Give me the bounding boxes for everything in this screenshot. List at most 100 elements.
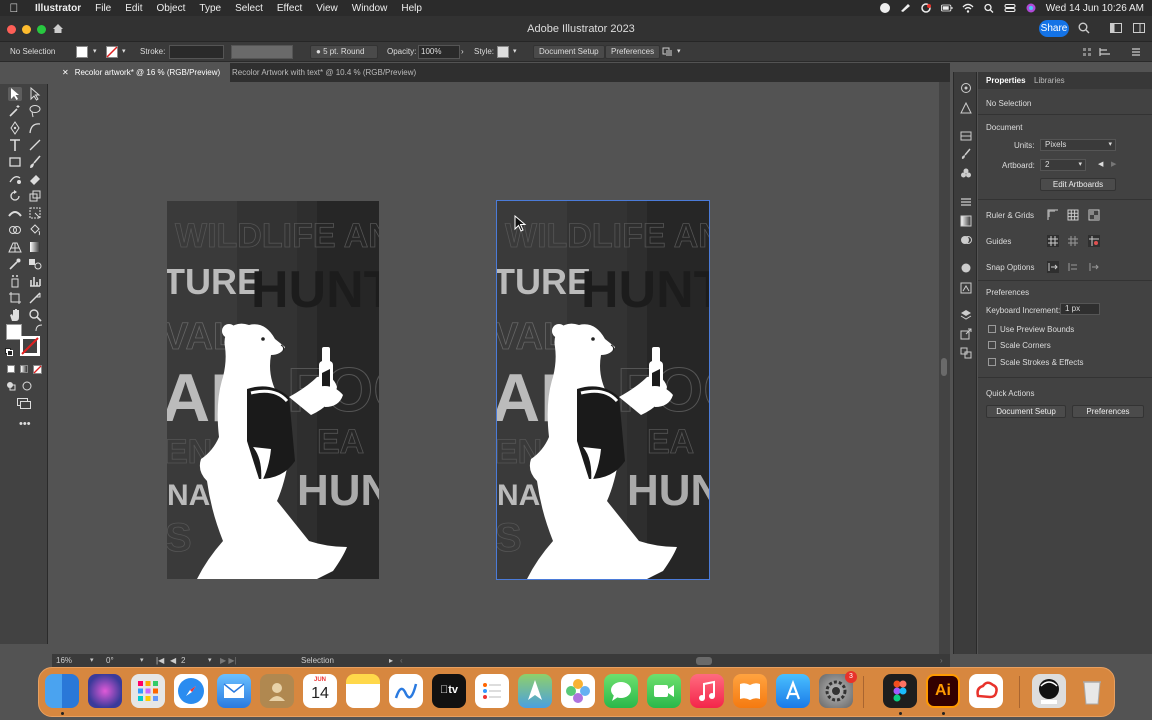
none-mode-button[interactable]: [33, 365, 42, 374]
graphic-styles-panel-icon[interactable]: [960, 262, 972, 274]
show-guides-icon[interactable]: [1047, 235, 1059, 247]
tab-properties[interactable]: Properties: [986, 76, 1026, 85]
rectangle-tool[interactable]: [8, 155, 22, 169]
safari-icon[interactable]: [174, 674, 208, 708]
draw-inside-icon[interactable]: [22, 381, 32, 391]
search-icon[interactable]: [1078, 22, 1090, 34]
artboard-1[interactable]: WILDLIFE AN TURE HUNTI VAL AR FOO EN EA …: [167, 201, 379, 579]
menu-edit[interactable]: Edit: [118, 3, 149, 14]
close-tab-icon[interactable]: ✕: [62, 68, 69, 77]
style-dropdown-icon[interactable]: ▾: [513, 47, 517, 55]
horizontal-scroll-left-icon[interactable]: ‹: [400, 656, 403, 665]
hand-tool[interactable]: [8, 308, 22, 322]
tab-libraries[interactable]: Libraries: [1034, 76, 1065, 85]
record-icon[interactable]: [879, 3, 890, 13]
gradient-tool[interactable]: [28, 240, 42, 254]
rotate-tool[interactable]: [8, 189, 22, 203]
tab-recolor-artwork[interactable]: ✕ Recolor artwork* @ 16 % (RGB/Preview): [52, 63, 231, 82]
photos-icon[interactable]: [561, 674, 595, 708]
brushes-panel-icon[interactable]: [960, 148, 972, 160]
menu-select[interactable]: Select: [228, 3, 270, 14]
type-tool[interactable]: [8, 138, 22, 152]
keyboard-increment-field[interactable]: 1 px: [1060, 303, 1100, 315]
document-setup-button[interactable]: Document Setup: [533, 45, 605, 59]
arrange-icon[interactable]: [662, 47, 674, 57]
shaper-tool[interactable]: [8, 172, 22, 186]
messages-icon[interactable]: [604, 674, 638, 708]
zoom-dropdown-icon[interactable]: ▾: [90, 656, 94, 664]
tab-recolor-artwork-with-text[interactable]: Recolor Artwork with text* @ 10.4 % (RGB…: [222, 63, 426, 82]
stroke-color-swatch[interactable]: [20, 336, 40, 356]
notes-icon[interactable]: [346, 674, 380, 708]
books-icon[interactable]: [733, 674, 767, 708]
trash-icon[interactable]: [1075, 674, 1109, 708]
use-preview-bounds-checkbox[interactable]: Use Preview Bounds: [988, 325, 1074, 334]
scale-corners-checkbox[interactable]: Scale Corners: [988, 341, 1051, 350]
zoom-tool[interactable]: [28, 308, 42, 322]
gradient-mode-button[interactable]: [20, 365, 28, 373]
next-artboard-button[interactable]: ▶: [1111, 160, 1116, 168]
brush-tray-icon[interactable]: [899, 3, 911, 13]
edit-artboards-button[interactable]: Edit Artboards: [1040, 178, 1116, 191]
app-store-icon[interactable]: [776, 674, 810, 708]
lock-guides-icon[interactable]: [1067, 235, 1079, 247]
gradient-panel-icon[interactable]: [960, 215, 972, 227]
horizontal-scrollbar-thumb[interactable]: [696, 657, 712, 665]
wifi-icon[interactable]: [962, 3, 974, 13]
width-tool[interactable]: [8, 206, 22, 220]
canvas-area[interactable]: WILDLIFE AN TURE HUNTI VAL AR FOO EN EA …: [49, 82, 939, 654]
arrange-documents-icon[interactable]: [1133, 22, 1145, 34]
perspective-grid-tool[interactable]: [8, 240, 22, 254]
grid-toggle-icon[interactable]: [1067, 209, 1079, 221]
align-icon[interactable]: [1082, 47, 1092, 57]
quick-preferences-button[interactable]: Preferences: [1072, 405, 1144, 418]
screen-mode-icon[interactable]: [17, 398, 31, 409]
color-guide-panel-icon[interactable]: [960, 102, 972, 114]
blend-tool[interactable]: [28, 257, 42, 271]
edit-toolbar-icon[interactable]: •••: [19, 418, 31, 430]
eraser-tool[interactable]: [28, 172, 42, 186]
apple-icon[interactable]: : [0, 1, 28, 15]
menubar-clock[interactable]: Wed 14 Jun 10:26 AM: [1046, 3, 1144, 14]
previous-artboard-button[interactable]: ◀: [1098, 160, 1103, 168]
menu-object[interactable]: Object: [149, 3, 192, 14]
selection-tool[interactable]: [8, 87, 22, 101]
contacts-icon[interactable]: [260, 674, 294, 708]
artboard-number-field[interactable]: 2: [181, 656, 185, 665]
zoom-level-field[interactable]: 16%: [56, 656, 72, 665]
rotation-field[interactable]: 0°: [106, 656, 114, 665]
reminders-icon[interactable]: [475, 674, 509, 708]
eyedropper-tool[interactable]: [8, 257, 22, 271]
variable-width-profile[interactable]: [231, 45, 293, 59]
slice-tool[interactable]: [28, 291, 42, 305]
opacity-field[interactable]: 100%: [418, 45, 460, 59]
units-dropdown[interactable]: Pixels ▾: [1040, 139, 1116, 151]
line-segment-tool[interactable]: [28, 138, 42, 152]
free-transform-tool[interactable]: [28, 206, 42, 220]
scale-strokes-checkbox[interactable]: Scale Strokes & Effects: [988, 358, 1083, 367]
music-icon[interactable]: [690, 674, 724, 708]
first-artboard-icon[interactable]: |◀: [156, 656, 164, 665]
calendar-icon[interactable]: JUN 14: [303, 674, 337, 708]
image-trace-panel-icon[interactable]: [960, 282, 972, 294]
menu-effect[interactable]: Effect: [270, 3, 309, 14]
downloads-stack-icon[interactable]: [1032, 674, 1066, 708]
column-graph-tool[interactable]: [28, 274, 42, 288]
draw-normal-icon[interactable]: [6, 381, 16, 391]
curvature-tool[interactable]: [28, 121, 42, 135]
horizontal-scroll-right-icon[interactable]: ›: [940, 656, 943, 665]
quick-document-setup-button[interactable]: Document Setup: [986, 405, 1066, 418]
mail-icon[interactable]: [217, 674, 251, 708]
transparency-grid-icon[interactable]: [1088, 209, 1100, 221]
swap-fill-stroke-icon[interactable]: [35, 324, 43, 332]
battery-icon[interactable]: [940, 3, 953, 13]
artboard-dropdown-icon[interactable]: ▾: [208, 656, 212, 664]
appearance-panel-icon[interactable]: [960, 82, 972, 94]
layers-panel-icon[interactable]: [960, 309, 972, 321]
export-panel-icon[interactable]: [960, 328, 972, 340]
menu-app-name[interactable]: Illustrator: [28, 3, 88, 14]
status-menu-icon[interactable]: ▸: [389, 656, 393, 665]
menu-help[interactable]: Help: [394, 3, 429, 14]
artboard-tool[interactable]: [8, 291, 22, 305]
shape-builder-tool[interactable]: [8, 223, 22, 237]
